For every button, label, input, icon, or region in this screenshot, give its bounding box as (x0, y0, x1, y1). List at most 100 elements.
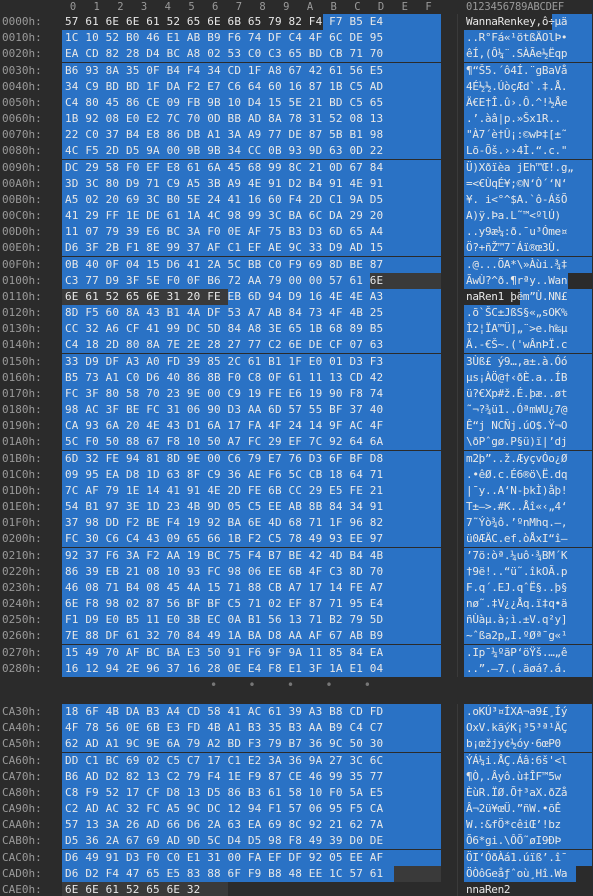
hex-bytes[interactable]: 34 C9 BD BD 1F DA F2 E7 C6 64 60 16 87 1… (65, 80, 383, 93)
hex-row[interactable]: 00F0h: 0B 40 0F 04 15 D6 41 2A 5C BB C0 F… (0, 256, 593, 273)
ascii-text[interactable]: ÃwÙ?^ð.¶rªy..Wan (466, 274, 567, 287)
hex-row[interactable]: 0060h: 1B 92 08 E0 E2 7C 70 0D BB AD 8A 7… (0, 111, 593, 128)
hex-bytes[interactable]: DD C1 BC 69 02 C5 C7 17 C1 E2 3A 36 9A 2… (65, 754, 383, 767)
hex-bytes[interactable]: 1C 10 52 B0 46 E1 AB B9 F6 74 DF C4 4F 6… (65, 31, 383, 44)
hex-bytes[interactable]: B6 AD D2 82 13 C2 79 F4 1E F9 87 CE 46 9… (65, 770, 383, 783)
hex-row[interactable]: 0230h: 46 08 71 B4 08 45 4A 15 71 88 CB A… (0, 579, 593, 596)
hex-row[interactable]: CAD0h: D6 D2 F4 47 65 E5 83 88 6F F9 B8 4… (0, 865, 593, 882)
hex-row[interactable]: 0040h: 34 C9 BD BD 1F DA F2 E7 C6 64 60 1… (0, 78, 593, 95)
hex-row[interactable]: 0130h: CC 32 A6 CF 41 99 DC 5D 84 A8 3E 6… (0, 321, 593, 338)
hex-row[interactable]: 01C0h: 09 95 EA D8 1D 63 8F C9 36 AE F6 5… (0, 466, 593, 483)
hex-row[interactable]: 01A0h: 5C F0 50 88 67 F8 10 50 A7 FC 29 E… (0, 434, 593, 451)
hex-bytes[interactable]: 7C AF 79 1E 14 41 91 4E 2D FE 6B CC 29 E… (65, 484, 383, 497)
hex-bytes[interactable]: C3 77 D9 3F 5E F0 0F B6 72 AA 79 00 00 5… (65, 274, 383, 287)
hex-row[interactable]: 00C0h: 41 29 FF 1E DE 61 1A 4C 98 99 3C B… (0, 208, 593, 225)
hex-row[interactable]: 00B0h: A5 02 20 69 3C B0 5E 24 41 16 60 F… (0, 191, 593, 208)
hex-bytes[interactable]: B5 73 A1 C0 D6 40 86 8B F0 C8 0F 61 11 1… (65, 371, 383, 384)
hex-row[interactable]: 00A0h: 3D 3C 80 D9 71 C9 A5 3B A9 4E 91 D… (0, 175, 593, 192)
hex-bytes[interactable]: 46 08 71 B4 08 45 4A 15 71 88 CB A7 17 1… (65, 581, 383, 594)
ascii-text[interactable]: Ê“j NCÑj.úO$.Ÿ¬O (466, 419, 567, 432)
hex-row[interactable]: 0180h: 98 AC 3F BE FC 31 06 90 D3 AA 6D 5… (0, 402, 593, 419)
hex-bytes[interactable]: EA CD 82 28 D4 BC A8 02 53 C0 C3 65 BD C… (65, 47, 383, 60)
ascii-text[interactable]: b­¡œžjy¢½óy·6œP0 (466, 737, 561, 750)
hex-bytes[interactable]: C8 F9 52 17 CF D8 13 D5 86 B3 61 58 10 F… (65, 786, 383, 799)
hex-row[interactable]: 0120h: 8D F5 60 8A 43 B1 4A DF 53 A7 AB 8… (0, 305, 593, 322)
ascii-text[interactable]: nnaRen2 (466, 883, 511, 896)
ascii-text[interactable]: A)ÿ.Þa.L˜™<ºlÚ) (466, 209, 567, 222)
hex-bytes[interactable]: F1 D9 E0 B5 11 E0 3B EC 0A B1 56 13 71 B… (65, 613, 383, 626)
hex-row[interactable]: 0280h: 16 12 94 2E 96 37 16 28 0E E4 F8 E… (0, 660, 593, 677)
ascii-text[interactable]: ÝÁ¼i.ÅÇ.Áâ:6š'<l (466, 754, 567, 767)
hex-bytes[interactable]: 4C F5 2D D5 9A 00 9B 9B 34 CC 0B 93 9D 6… (65, 144, 383, 157)
hex-bytes[interactable]: 41 29 FF 1E DE 61 1A 4C 98 99 3C BA 6C D… (65, 209, 383, 222)
ascii-text[interactable]: 3Ùß£ ý9…,a±.à.Óó (466, 355, 567, 368)
hex-bytes[interactable]: D6 49 91 D3 F0 C0 E1 31 00 FA EF DF 92 0… (65, 851, 383, 864)
ascii-text[interactable]: êÍ‚(Ô¼¨.SÀÃe½Ëqp (466, 47, 567, 60)
hex-bytes[interactable]: 8D F5 60 8A 43 B1 4A DF 53 A7 AB 84 73 4… (65, 306, 383, 319)
ascii-text[interactable]: ¶“Š5.´ô4Í.¨gBaVå (466, 64, 567, 77)
hex-view-bottom[interactable]: CA30h: 18 6F 4B DA B3 A4 CD 58 41 AC 61 3… (0, 704, 593, 896)
ascii-text[interactable]: "À7´è†Û¡:©wÞ‡[±˜ (466, 128, 567, 141)
ascii-text[interactable]: Â­¬2ü¥œÜ.”ñW.•õÊ (466, 802, 561, 815)
hex-row[interactable]: 0210h: 92 37 F6 3A F2 AA 19 BC 75 F4 B7 B… (0, 547, 593, 564)
hex-bytes[interactable]: 6E 61 52 65 6E 31 20 FE EB 6D 94 D9 16 4… (65, 290, 383, 303)
hex-row[interactable]: CAB0h: D5 36 2A 67 69 AD 9D 5C D4 D5 98 F… (0, 833, 593, 850)
hex-bytes[interactable]: 6D 32 FE 94 81 8D 9E 00 C6 79 E7 76 D3 6… (65, 452, 383, 465)
ascii-text[interactable]: naRen1 þëm”Ù.NN£ (466, 290, 567, 303)
hex-row[interactable]: 0080h: 4C F5 2D D5 9A 00 9B 9B 34 CC 0B 9… (0, 143, 593, 160)
ascii-text[interactable]: 7˜Ýò¾ô.’ºnMhq.–‚ (466, 516, 567, 529)
ascii-text[interactable]: .•êØ.c.É6®ö\Ë.dq (466, 468, 567, 481)
hex-row[interactable]: 0160h: B5 73 A1 C0 D6 40 86 8B F0 C8 0F 6… (0, 369, 593, 386)
ascii-text[interactable]: ˜¬?¾ü1..ÓªmWU¿7@ (466, 403, 567, 416)
hex-bytes[interactable]: D6 D2 F4 47 65 E5 83 88 6F F9 B8 48 EE 1… (65, 867, 383, 880)
ascii-text[interactable]: ¶­Ò‚.Âyô.ù‡ÎF™5w (466, 770, 561, 783)
hex-row[interactable]: 0000h: 57 61 6E 6E 61 52 65 6E 6B 65 79 8… (0, 14, 593, 30)
ascii-text[interactable]: 4É½½.ÚòçÆd`.‡.Å. (466, 80, 567, 93)
hex-row[interactable]: 0250h: F1 D9 E0 B5 11 E0 3B EC 0A B1 56 1… (0, 612, 593, 629)
hex-row[interactable]: 0020h: EA CD 82 28 D4 BC A8 02 53 C0 C3 6… (0, 46, 593, 63)
hex-bytes[interactable]: 92 37 F6 3A F2 AA 19 BC 75 F4 B7 BE 42 4… (65, 549, 383, 562)
ascii-text[interactable]: ..R°Fá«¹ötßÄOlÞ• (466, 31, 567, 44)
ascii-text[interactable]: .Ip¯¼ºãP‘öŸš.…„ê (466, 646, 567, 659)
hex-bytes[interactable]: 37 98 DD F2 BE F4 19 92 BA 6E 4D 68 71 1… (65, 516, 383, 529)
ascii-text[interactable]: |¯y..A‘N-þkÌ)åþ! (466, 484, 567, 497)
hex-row[interactable]: 0260h: 7E 88 DF 61 32 70 84 49 1A BA D8 A… (0, 628, 593, 645)
hex-row[interactable]: CAC0h: D6 49 91 D3 F0 C0 E1 31 00 FA EF D… (0, 849, 593, 866)
hex-bytes[interactable]: 15 49 70 AF BC BA E3 50 91 F6 9F 9A 11 8… (65, 646, 383, 659)
ascii-text[interactable]: .oKÚ³¤ÍXA¬a9£¸Íý (466, 705, 567, 718)
hex-row[interactable]: 0240h: 6E F8 98 02 87 56 BF BF C5 71 02 E… (0, 596, 593, 613)
ascii-text[interactable]: Õ6*gi­.\ÔÕ˜øI9ÐÞ (466, 834, 561, 847)
hex-row[interactable]: 0070h: 22 C0 37 B4 E8 86 DB A1 3A A9 77 D… (0, 127, 593, 144)
hex-row[interactable]: CA80h: C8 F9 52 17 CF D8 13 D5 86 B3 61 5… (0, 784, 593, 801)
hex-row[interactable]: CA70h: B6 AD D2 82 13 C2 79 F4 1E F9 87 C… (0, 768, 593, 785)
hex-row[interactable]: CA90h: C2 AD AC 32 FC A5 9C DC 12 94 F1 5… (0, 801, 593, 818)
hex-row[interactable]: 01B0h: 6D 32 FE 94 81 8D 9E 00 C6 79 E7 7… (0, 450, 593, 467)
ascii-text[interactable]: Ü)Xðïèa jEh™Œ!.g„ (466, 161, 574, 174)
ascii-text[interactable]: Ö?+ñŽ™7¯Áï®œ3Ù­. (466, 241, 561, 254)
hex-row[interactable]: 0090h: DC 29 58 F0 EF E8 61 6A 45 68 99 8… (0, 159, 593, 176)
hex-bytes[interactable]: 0B 40 0F 04 15 D6 41 2A 5C BB C0 F9 69 8… (65, 258, 383, 271)
hex-bytes[interactable]: 54 B1 97 3E 1D 23 4B 9D 05 C5 EE AB 8B 8… (65, 500, 383, 513)
ascii-text[interactable]: Ä€E†Î.û›.Ô.^!½Åe (466, 96, 567, 109)
hex-bytes[interactable]: C4 80 45 86 CE 09 FB 9B 10 D4 15 5E 21 B… (65, 96, 383, 109)
hex-row[interactable]: 0030h: B6 93 8A 35 0F B4 F4 34 CD 1F A8 6… (0, 62, 593, 79)
hex-bytes[interactable]: 22 C0 37 B4 E8 86 DB A1 3A A9 77 DE 87 5… (65, 128, 383, 141)
ascii-text[interactable]: T±—>.#K..Åî«‹„4‘ (466, 500, 567, 513)
hex-row[interactable]: CA30h: 18 6F 4B DA B3 A4 CD 58 41 AC 61 3… (0, 704, 593, 720)
hex-bytes[interactable]: 3D 3C 80 D9 71 C9 A5 3B A9 4E 91 D2 B4 9… (65, 177, 383, 190)
ascii-text[interactable]: .@...ÖA*\»Àùi.¾‡ (466, 258, 567, 271)
hex-row[interactable]: 01E0h: 54 B1 97 3E 1D 23 4B 9D 05 C5 EE A… (0, 499, 593, 516)
hex-bytes[interactable]: CC 32 A6 CF 41 99 DC 5D 84 A8 3E 65 1B 6… (65, 322, 383, 335)
hex-row[interactable]: 0170h: FC 3F 80 58 70 23 9E 00 C9 19 FE E… (0, 385, 593, 402)
hex-view-top[interactable]: 0000h: 57 61 6E 6E 61 52 65 6E 6B 65 79 8… (0, 14, 593, 677)
hex-bytes[interactable]: 1B 92 08 E0 E2 7C 70 0D BB AD 8A 78 31 5… (65, 112, 383, 125)
hex-row[interactable]: 01D0h: 7C AF 79 1E 14 41 91 4E 2D FE 6B C… (0, 482, 593, 499)
hex-bytes[interactable]: C2 AD AC 32 FC A5 9C DC 12 94 F1 57 06 9… (65, 802, 383, 815)
hex-bytes[interactable]: 98 AC 3F BE FC 31 06 90 D3 AA 6D 57 55 B… (65, 403, 383, 416)
hex-row[interactable]: 0150h: 33 D9 DF A3 A0 FD 39 85 2C 61 B1 1… (0, 353, 593, 370)
ascii-text[interactable]: m2þ”..ž.ÆyçvÓo¿Ø (466, 452, 567, 465)
ascii-text[interactable]: Lõ-Õš.››4Ì.“.c." (466, 144, 567, 157)
hex-row[interactable]: 00E0h: D6 3F 2B F1 8E 99 37 AF C1 EF AE 9… (0, 240, 593, 257)
hex-row[interactable]: 0100h: C3 77 D9 3F 5E F0 0F B6 72 AA 79 0… (0, 272, 593, 289)
ascii-text[interactable]: ’7ö:òª.¼uô·¾BM´K (466, 549, 567, 562)
